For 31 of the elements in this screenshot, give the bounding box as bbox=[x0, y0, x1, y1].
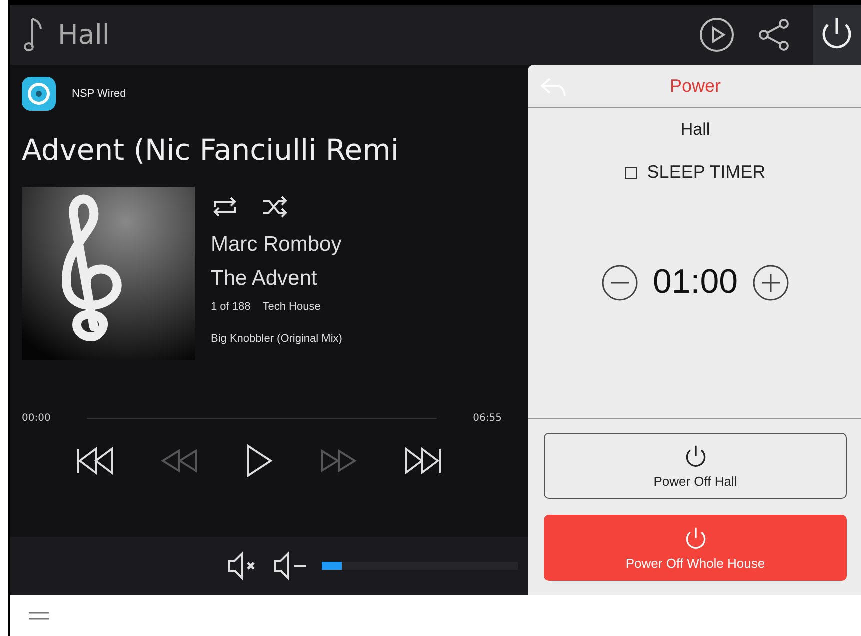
genre-label: Tech House bbox=[262, 301, 321, 313]
app-logo-icon bbox=[22, 77, 56, 111]
artist-name: Marc Romboy bbox=[211, 233, 342, 257]
sleep-timer-checkbox[interactable] bbox=[625, 166, 638, 178]
play-circle-icon[interactable] bbox=[699, 17, 735, 53]
source-name: NSP Wired bbox=[72, 88, 126, 100]
shuffle-icon[interactable] bbox=[261, 195, 289, 219]
minus-circle-icon[interactable] bbox=[600, 264, 639, 302]
sleep-timer-label: SLEEP TIMER bbox=[647, 162, 766, 183]
track-title: Advent (Nic Fanciulli Remi bbox=[22, 133, 400, 167]
volume-slider[interactable] bbox=[322, 562, 518, 570]
plus-circle-icon[interactable] bbox=[752, 264, 790, 302]
elapsed-time: 00:00 bbox=[22, 413, 51, 424]
repeat-icon[interactable] bbox=[211, 195, 239, 219]
track-position: 1 of 188 bbox=[211, 301, 251, 313]
music-note-icon bbox=[24, 17, 44, 53]
skip-forward-icon[interactable] bbox=[402, 446, 442, 476]
total-time: 06:55 bbox=[473, 413, 502, 424]
skip-back-icon[interactable] bbox=[76, 446, 116, 476]
menu-icon[interactable] bbox=[28, 610, 50, 620]
next-track: Big Knobbler (Original Mix) bbox=[211, 333, 342, 345]
timer-value: 01:00 bbox=[652, 263, 738, 302]
power-tab[interactable] bbox=[813, 5, 861, 65]
power-off-button[interactable]: Power Off Hall bbox=[544, 433, 847, 499]
power-off-button[interactable]: Power Off Whole House bbox=[544, 515, 847, 581]
album-name: The Advent bbox=[211, 267, 318, 291]
panel-title: Power bbox=[670, 76, 722, 96]
panel-room-name: Hall bbox=[680, 120, 710, 140]
share-icon[interactable] bbox=[757, 18, 791, 52]
play-icon[interactable] bbox=[244, 444, 274, 478]
room-title: Hall bbox=[58, 20, 110, 50]
